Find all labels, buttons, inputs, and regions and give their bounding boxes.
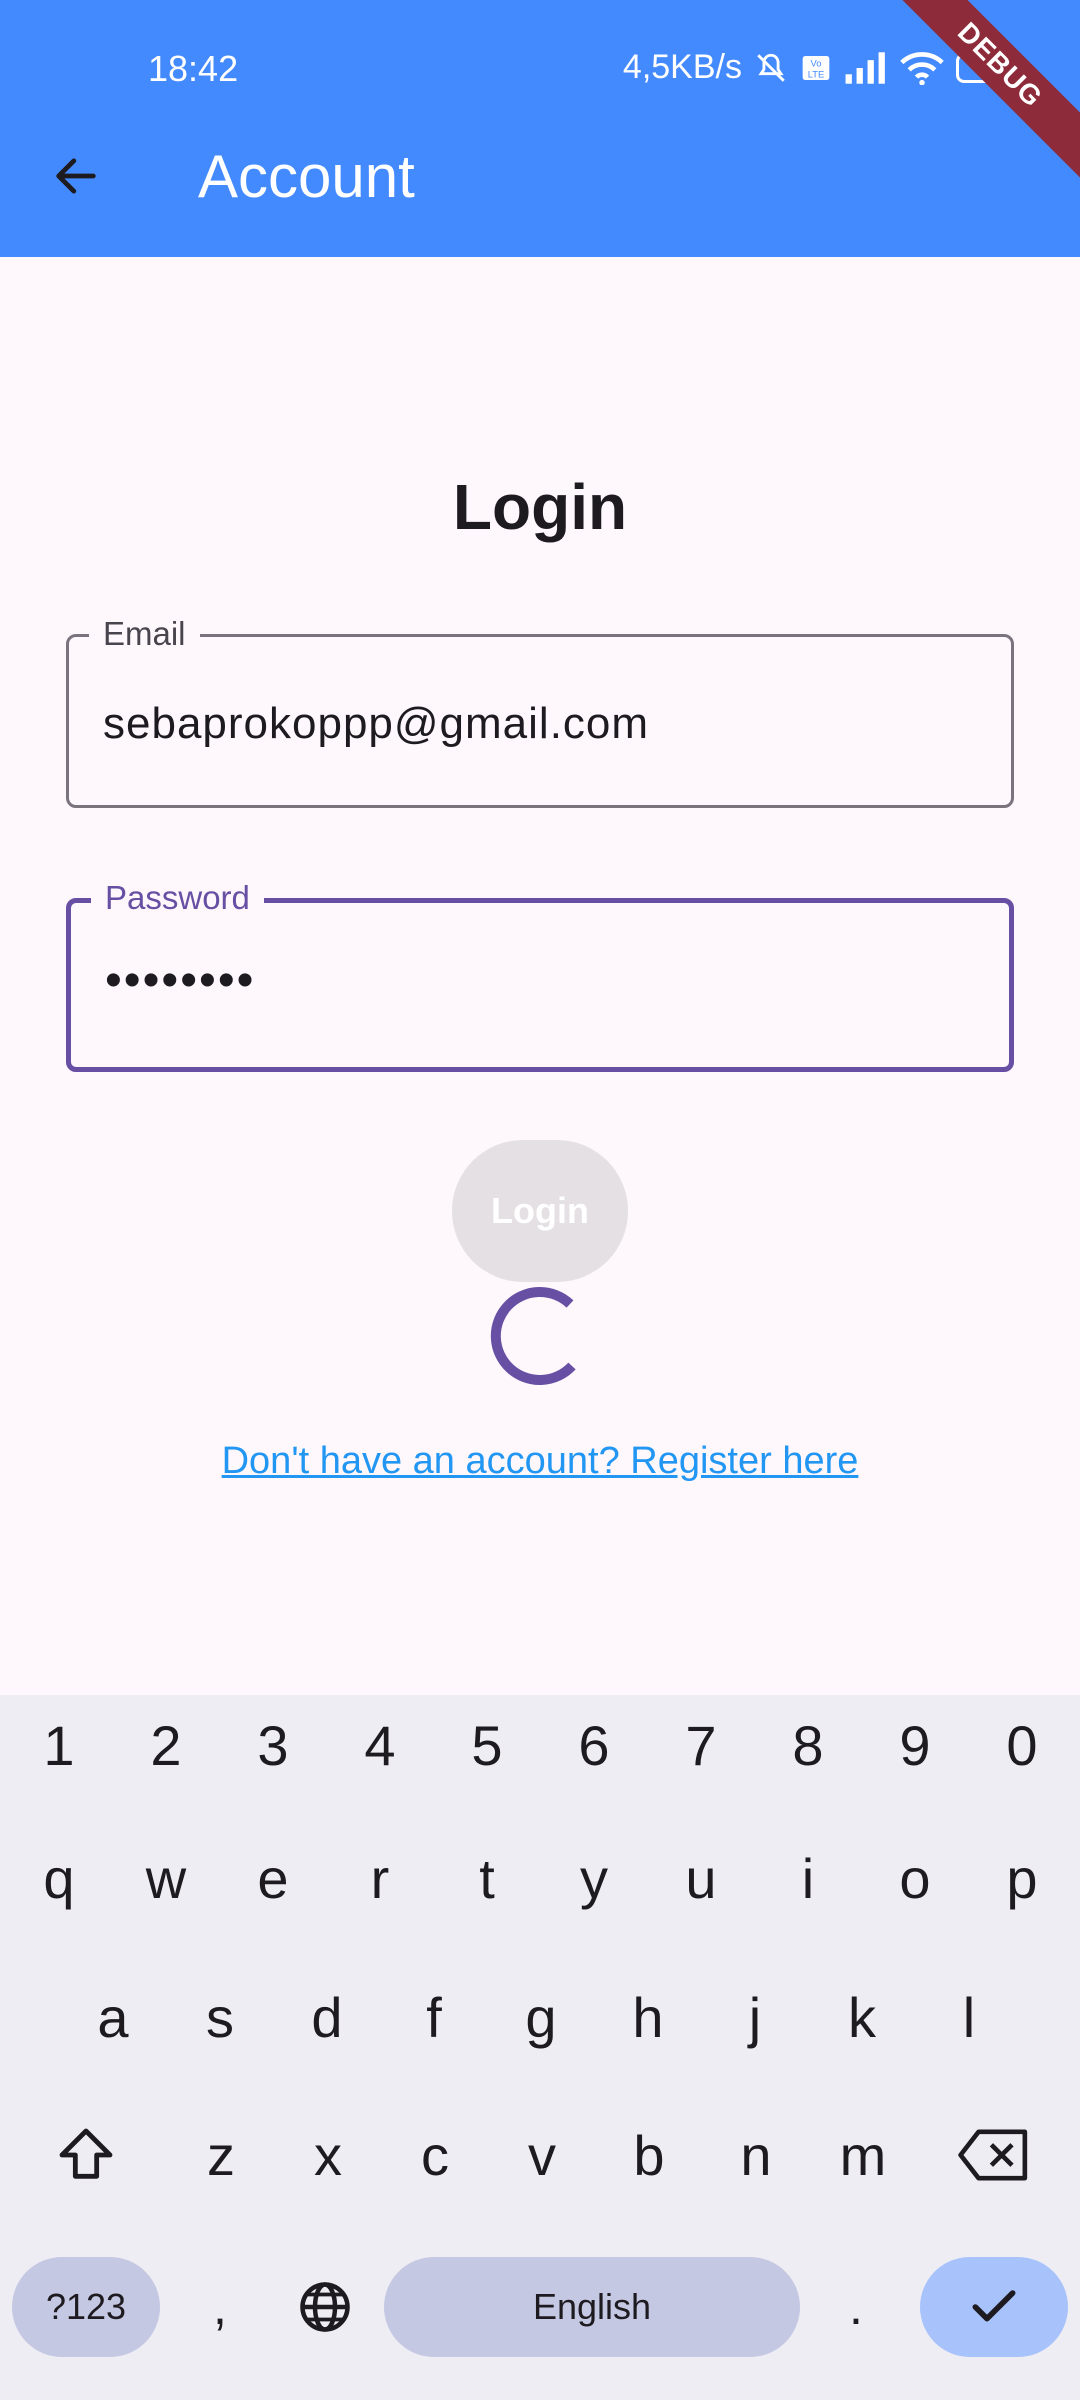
key-u[interactable]: u xyxy=(642,1828,760,1928)
shift-key[interactable] xyxy=(32,2105,140,2205)
key-b[interactable]: b xyxy=(590,2105,708,2205)
key-c[interactable]: c xyxy=(376,2105,494,2205)
key-l[interactable]: l xyxy=(910,1967,1028,2067)
key-r[interactable]: r xyxy=(321,1828,439,1928)
password-value[interactable]: •••••••• xyxy=(105,953,255,1008)
comma-key[interactable]: , xyxy=(180,2257,260,2357)
key-y[interactable]: y xyxy=(535,1828,653,1928)
key-e[interactable]: e xyxy=(214,1828,332,1928)
loading-spinner-icon xyxy=(490,1287,576,1385)
arrow-back-icon xyxy=(56,158,96,194)
key-9[interactable]: 9 xyxy=(856,1695,974,1795)
password-field[interactable]: Password •••••••• xyxy=(66,879,1014,1072)
shift-icon xyxy=(59,2128,113,2179)
page-title: Account xyxy=(198,143,415,210)
key-8[interactable]: 8 xyxy=(749,1695,867,1795)
done-key[interactable] xyxy=(920,2257,1068,2357)
email-value[interactable]: sebaprokoppp@gmail.com xyxy=(103,699,649,749)
globe-icon xyxy=(300,2282,350,2332)
keyboard-bottom-row: ?123 , English . xyxy=(0,2257,1080,2357)
key-m[interactable]: m xyxy=(804,2105,922,2205)
status-time: 18:42 xyxy=(148,48,239,89)
keyboard-number-row: 1234567890 xyxy=(0,1695,1080,1795)
key-n[interactable]: n xyxy=(697,2105,815,2205)
login-heading: Login xyxy=(452,471,628,543)
key-4[interactable]: 4 xyxy=(321,1695,439,1795)
key-a[interactable]: a xyxy=(54,1967,172,2067)
key-2[interactable]: 2 xyxy=(107,1695,225,1795)
key-i[interactable]: i xyxy=(749,1828,867,1928)
key-v[interactable]: v xyxy=(483,2105,601,2205)
key-0[interactable]: 0 xyxy=(963,1695,1080,1795)
svg-text:LTE: LTE xyxy=(808,69,824,79)
backspace-icon xyxy=(958,2129,1028,2181)
backspace-key[interactable] xyxy=(940,2105,1048,2205)
key-x[interactable]: x xyxy=(269,2105,387,2205)
keyboard-row-1: qwertyuiop xyxy=(0,1828,1080,1928)
key-5[interactable]: 5 xyxy=(428,1695,546,1795)
key-q[interactable]: q xyxy=(0,1828,118,1928)
key-w[interactable]: w xyxy=(107,1828,225,1928)
register-link[interactable]: Don't have an account? Register here xyxy=(0,1440,1080,1483)
svg-text:Vo: Vo xyxy=(811,58,822,68)
key-s[interactable]: s xyxy=(161,1967,279,2067)
language-key[interactable] xyxy=(280,2257,370,2357)
key-7[interactable]: 7 xyxy=(642,1695,760,1795)
key-g[interactable]: g xyxy=(482,1967,600,2067)
key-6[interactable]: 6 xyxy=(535,1695,653,1795)
checkmark-icon xyxy=(972,2290,1016,2322)
key-o[interactable]: o xyxy=(856,1828,974,1928)
space-key[interactable]: English xyxy=(384,2257,800,2357)
period-key[interactable]: . xyxy=(816,2257,896,2357)
app-header: 18:42 4,5KB/s VoLTE 80 DEBUG Account xyxy=(0,0,1080,257)
email-field[interactable]: Email sebaprokoppp@gmail.com xyxy=(66,615,1014,808)
key-f[interactable]: f xyxy=(375,1967,493,2067)
debug-banner: DEBUG xyxy=(877,0,1080,188)
mute-bell-icon xyxy=(754,51,788,85)
network-speed: 4,5KB/s xyxy=(622,48,742,86)
email-label: Email xyxy=(89,615,200,653)
key-d[interactable]: d xyxy=(268,1967,386,2067)
key-k[interactable]: k xyxy=(803,1967,921,2067)
key-h[interactable]: h xyxy=(589,1967,707,2067)
key-1[interactable]: 1 xyxy=(0,1695,118,1795)
keyboard-row-3: zxcvbnm xyxy=(0,2105,1080,2205)
key-z[interactable]: z xyxy=(162,2105,280,2205)
signal-icon xyxy=(844,51,888,84)
key-p[interactable]: p xyxy=(963,1828,1080,1928)
password-label: Password xyxy=(91,879,264,917)
key-3[interactable]: 3 xyxy=(214,1695,332,1795)
soft-keyboard: 1234567890 qwertyuiop asdfghjkl zxcvbnm … xyxy=(0,1695,1080,2400)
back-button[interactable] xyxy=(40,140,112,212)
wifi-icon xyxy=(900,51,944,85)
volte-icon: Vo LTE xyxy=(800,52,832,84)
key-j[interactable]: j xyxy=(696,1967,814,2067)
login-button[interactable]: Login xyxy=(452,1140,628,1282)
symbols-key[interactable]: ?123 xyxy=(12,2257,160,2357)
keyboard-row-2: asdfghjkl xyxy=(0,1967,1080,2067)
key-t[interactable]: t xyxy=(428,1828,546,1928)
